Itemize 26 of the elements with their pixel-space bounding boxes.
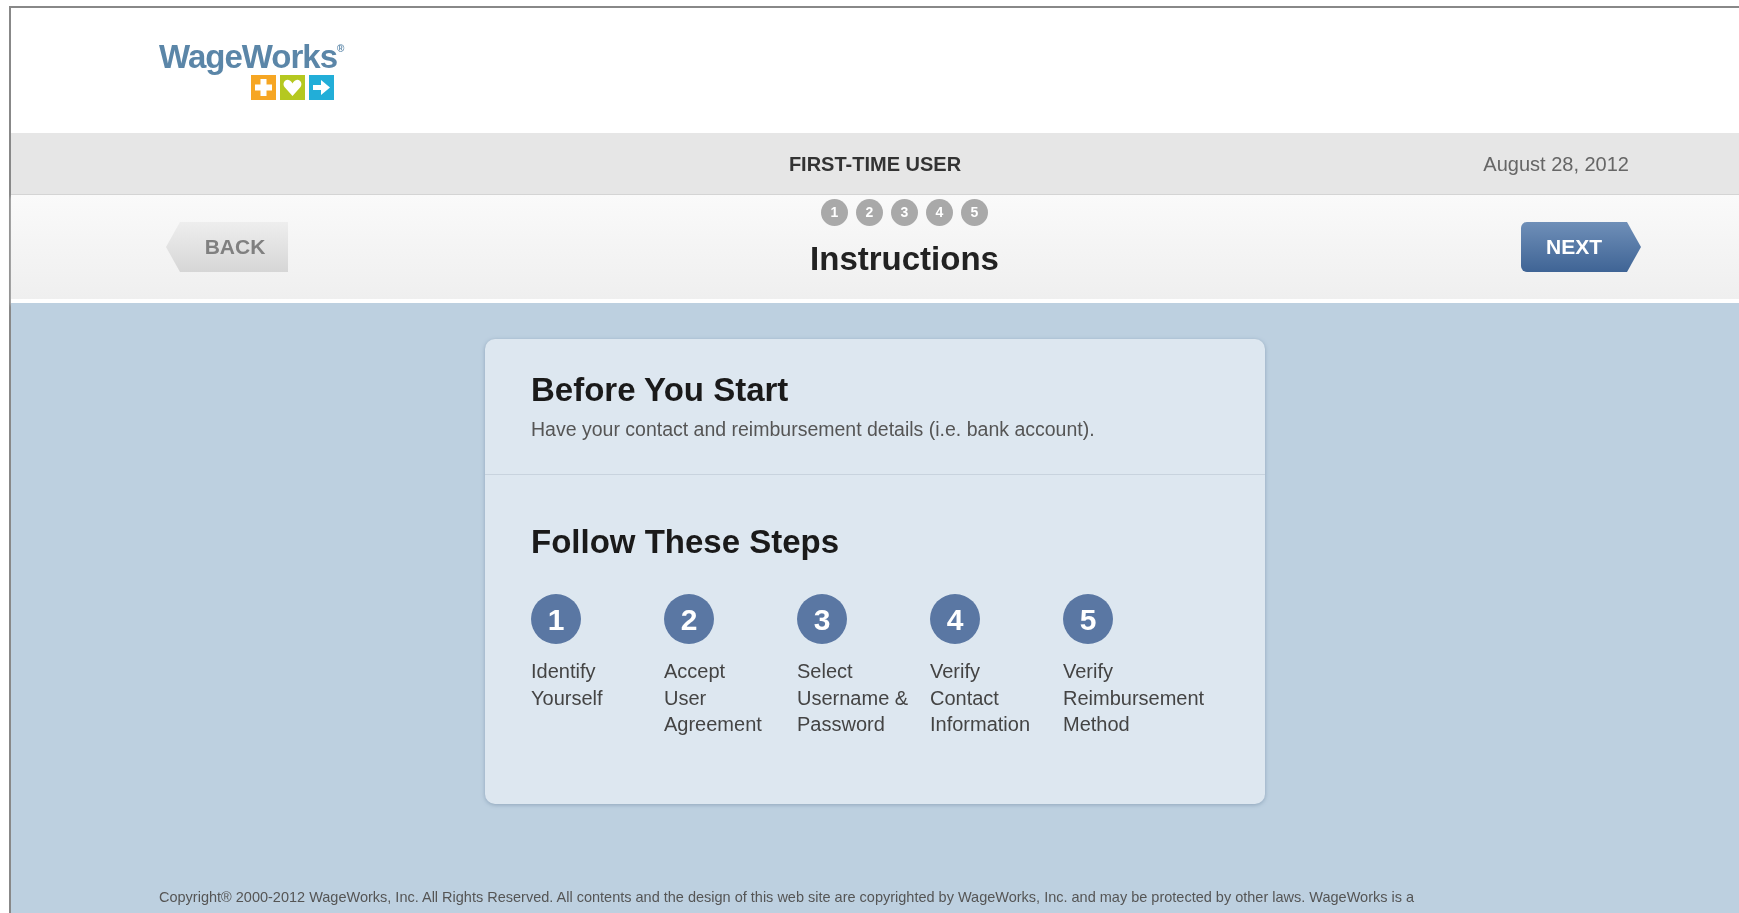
logo-wordmark: WageWorks$^{®}$ — [159, 40, 345, 73]
step-number: 2 — [664, 594, 714, 645]
step-title: Instructions — [810, 238, 999, 279]
section-heading: Before You Start — [531, 370, 790, 410]
step-label: Accept User Agreement — [664, 659, 763, 738]
section-text: Have your contact and reimbursement details (i.e. bank account). — [531, 416, 1096, 442]
section-heading: Follow These Steps — [531, 521, 841, 562]
progress-dot: 1 — [821, 198, 848, 226]
progress-dot: 3 — [891, 198, 918, 226]
progress-dot: 5 — [961, 198, 988, 226]
progress-dot: 2 — [856, 198, 883, 226]
step-number: 4 — [930, 594, 980, 645]
step-label: Verify Reimbursement Method — [1063, 659, 1205, 738]
progress-dot: 4 — [926, 198, 953, 226]
back-button[interactable]: BACK — [166, 222, 288, 272]
next-button[interactable]: NEXT — [1521, 222, 1641, 272]
step-number: 3 — [797, 594, 847, 645]
step-number: 1 — [531, 594, 581, 645]
plus-icon — [251, 75, 276, 100]
date: August 28, 2012 — [1483, 151, 1629, 177]
copyright-text: Copyright® 2000-2012 WageWorks, Inc. All Rights Reserved. All contents and the design of this web site are copyrighted by WageWorks, Inc. and may be protected by other laws. WageWorks is a — [159, 888, 1415, 908]
step-label: Identify Yourself — [531, 659, 604, 711]
step-label: Select Username & Password — [797, 659, 910, 738]
page-title: FIRST-TIME USER — [788, 151, 962, 177]
step-number: 5 — [1063, 594, 1113, 645]
step-label: Verify Contact Information — [930, 659, 1032, 738]
